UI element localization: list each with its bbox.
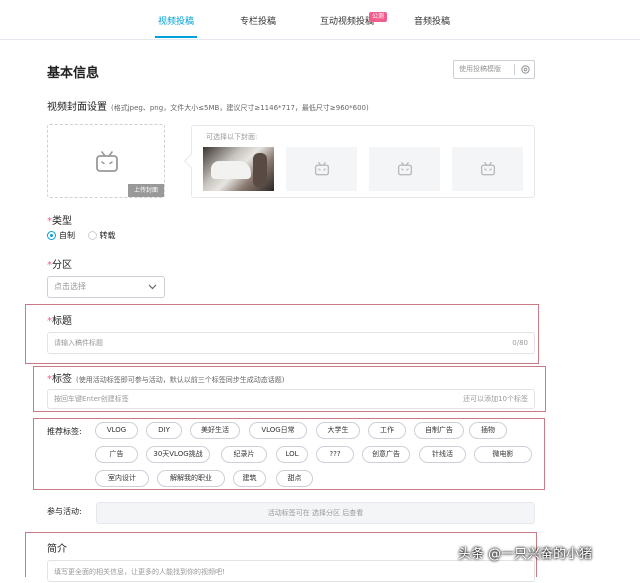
- tv-icon: [96, 151, 118, 172]
- divider: [514, 64, 515, 75]
- tab-interactive-video[interactable]: 互动视频投稿: [320, 14, 374, 27]
- category-label-text: 分区: [52, 260, 72, 271]
- recommended-tag-chip[interactable]: 解解我的职业: [157, 470, 225, 487]
- upload-cover-button[interactable]: 上传封面: [128, 184, 164, 197]
- active-tab-indicator: [155, 36, 197, 38]
- beta-badge: 公测: [369, 12, 388, 22]
- radio-repost-label: 转载: [99, 231, 116, 240]
- tags-label: *标签 (使用活动标签即可参与活动，默认以前三个标签同步生成动态话题): [47, 370, 284, 385]
- tags-remaining: 还可以添加10个标签: [463, 395, 528, 403]
- radio-repost[interactable]: 转载: [87, 230, 116, 241]
- tab-column[interactable]: 专栏投稿: [240, 14, 276, 27]
- recommended-tag-chip[interactable]: VLOG: [95, 422, 138, 439]
- type-radio-group: 自制 转载: [47, 230, 126, 241]
- tags-hint: (使用活动标签即可参与活动，默认以前三个标签同步生成动态话题): [76, 376, 285, 384]
- radio-original[interactable]: 自制: [47, 230, 75, 241]
- cover-format-hint: (格式jpeg、png，文件大小≤5MB，建议尺寸≥1146*717，最低尺寸≥…: [111, 104, 369, 112]
- upload-tabs: 视频投稿 专栏投稿 互动视频投稿 公测 音频投稿: [0, 0, 640, 40]
- title-placeholder: 请输入稿件标题: [54, 339, 103, 347]
- recommended-tag-chip[interactable]: 美好生活: [190, 422, 240, 439]
- recommended-tag-chip[interactable]: DIY: [146, 422, 182, 439]
- type-label-text: 类型: [52, 216, 72, 227]
- recommended-tag-chip[interactable]: 针线活: [419, 446, 466, 463]
- suggested-cover-placeholder[interactable]: [369, 147, 440, 191]
- cover-upload-area[interactable]: 上传封面: [47, 124, 165, 198]
- intro-label: 简介: [47, 544, 67, 555]
- watermark: 头条 @一只兴奋的小猪: [458, 547, 593, 562]
- activity-label: 参与活动:: [47, 507, 82, 516]
- title-label-text: 标题: [52, 316, 72, 327]
- suggested-cover-photo[interactable]: [203, 147, 274, 191]
- recommended-tag-chip[interactable]: LOL: [276, 446, 308, 463]
- recommended-tag-chip[interactable]: ???: [316, 446, 354, 463]
- radio-original-label: 自制: [59, 231, 75, 240]
- chevron-down-icon: [148, 284, 157, 290]
- recommended-tag-chip[interactable]: 广告: [95, 446, 138, 463]
- category-placeholder: 点击选择: [54, 282, 86, 291]
- suggested-cover-placeholder[interactable]: [452, 147, 523, 191]
- recommended-tag-chip[interactable]: 插物: [469, 422, 507, 439]
- suggested-cover-placeholder[interactable]: [286, 147, 357, 191]
- cover-settings-title: 视频封面设置 (格式jpeg、png，文件大小≤5MB，建议尺寸≥1146*717…: [47, 98, 369, 113]
- recommended-tag-chip[interactable]: 甜点: [276, 470, 313, 487]
- radio-dot: [47, 231, 56, 240]
- use-template-button[interactable]: 使用投稿模版: [453, 60, 535, 79]
- use-template-label: 使用投稿模版: [459, 65, 501, 73]
- title-label: *标题: [47, 312, 72, 327]
- radio-dot: [87, 231, 97, 240]
- type-label: *类型: [47, 212, 72, 227]
- recommended-tag-chip[interactable]: 30天VLOG挑战: [146, 446, 210, 463]
- recommended-tag-chip[interactable]: 纪录片: [221, 446, 267, 463]
- recommended-tag-chip[interactable]: 自制广告: [414, 422, 464, 439]
- cover-title-text: 视频封面设置: [47, 102, 107, 113]
- section-title: 基本信息: [47, 66, 100, 81]
- intro-textarea[interactable]: 填写更全面的相关信息，让更多的人能找到你的视频吧!: [47, 560, 535, 582]
- recommended-tag-chip[interactable]: 微电影: [474, 446, 532, 463]
- title-input[interactable]: 请输入稿件标题 0/80: [47, 332, 535, 354]
- recommended-tag-chip[interactable]: 创意广告: [362, 446, 410, 463]
- category-select[interactable]: 点击选择: [47, 276, 165, 298]
- tags-placeholder: 按回车键Enter创建标签: [54, 395, 129, 403]
- recommended-tags-label: 推荐标签:: [47, 427, 82, 436]
- tags-input[interactable]: 按回车键Enter创建标签 还可以添加10个标签: [47, 389, 535, 409]
- tags-label-text: 标签: [52, 374, 72, 385]
- suggested-covers-panel: 可选择以下封面:: [183, 125, 535, 198]
- tv-icon: [314, 162, 330, 176]
- recommended-tag-chip[interactable]: 大学生: [316, 422, 360, 439]
- recommended-tag-chip[interactable]: 工作: [368, 422, 406, 439]
- tab-audio[interactable]: 音频投稿: [414, 14, 450, 27]
- photo-car-shape: [211, 161, 251, 179]
- tv-icon: [397, 162, 413, 176]
- title-char-counter: 0/80: [512, 339, 528, 347]
- suggested-covers-hint: 可选择以下封面:: [206, 133, 258, 141]
- intro-placeholder: 填写更全面的相关信息，让更多的人能找到你的视频吧!: [54, 568, 225, 576]
- recommended-tag-chip[interactable]: 室内设计: [95, 470, 149, 487]
- gear-icon[interactable]: [520, 64, 531, 75]
- tab-video[interactable]: 视频投稿: [158, 14, 194, 27]
- tv-icon: [480, 162, 496, 176]
- photo-person-shape: [253, 153, 267, 187]
- panel-arrow: [183, 153, 199, 169]
- recommended-tag-chip[interactable]: 建筑: [233, 470, 266, 487]
- category-label: *分区: [47, 256, 72, 271]
- activity-select[interactable]: 活动标签可在 选择分区 后查看: [96, 502, 535, 524]
- recommended-tag-chip[interactable]: VLOG日常: [249, 422, 307, 439]
